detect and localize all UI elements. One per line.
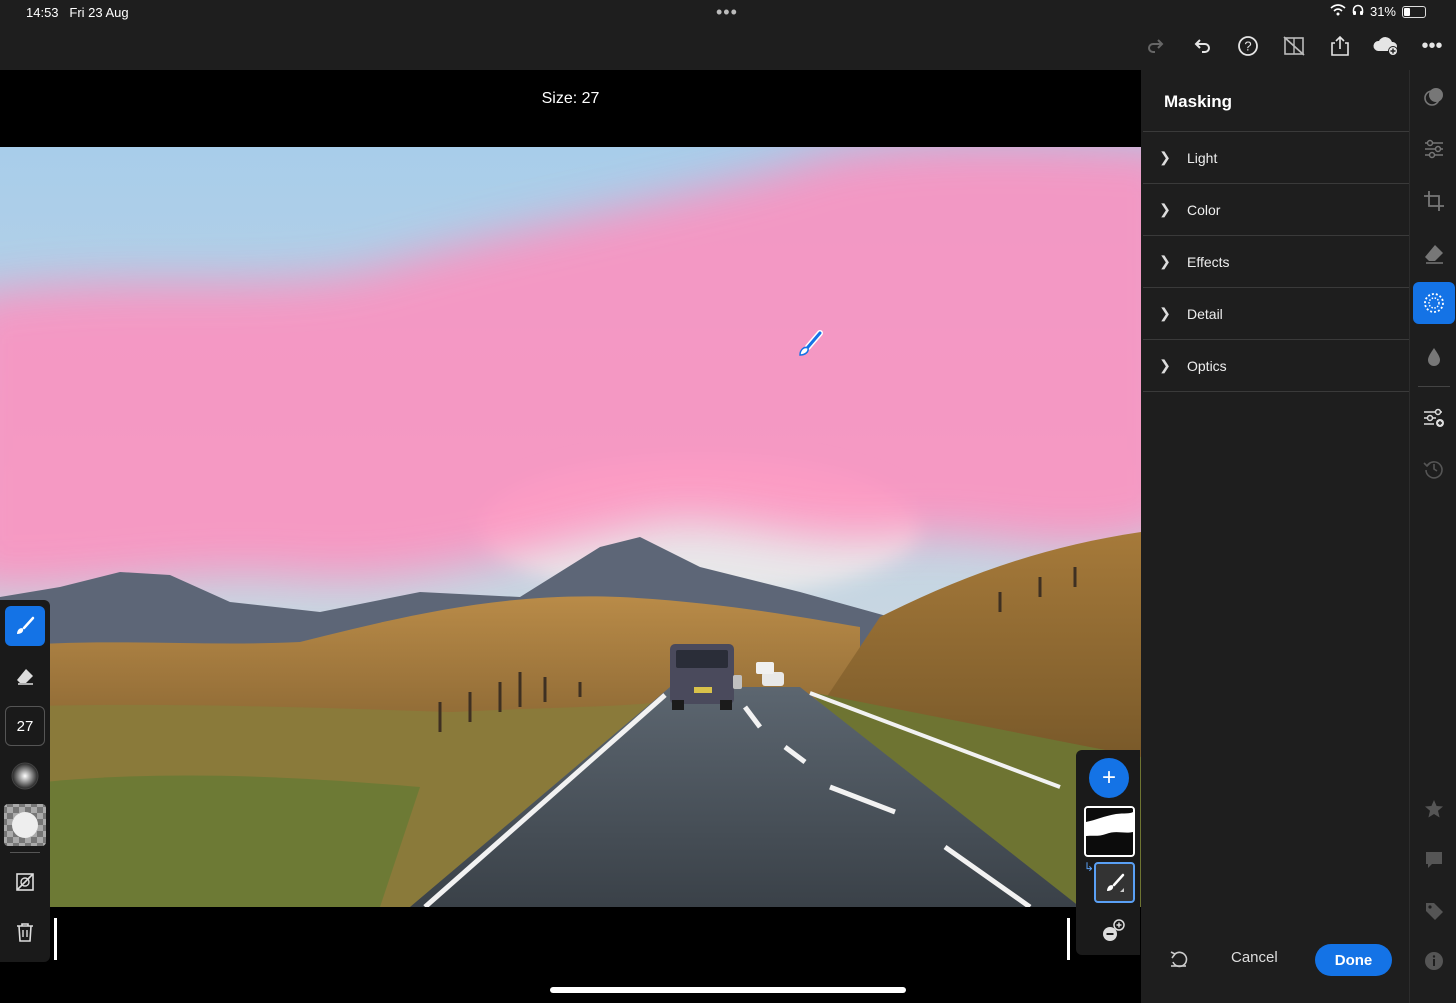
reset-icon bbox=[1170, 951, 1188, 968]
masking-icon[interactable] bbox=[1413, 282, 1455, 324]
redo-icon[interactable] bbox=[1142, 32, 1170, 60]
timeline-handle-left[interactable] bbox=[54, 918, 57, 960]
history-icon[interactable] bbox=[1417, 452, 1451, 486]
brush-flow-button[interactable] bbox=[4, 804, 46, 846]
feather-icon bbox=[11, 762, 39, 790]
presets-icon[interactable] bbox=[1417, 80, 1451, 114]
add-mask-button[interactable]: + bbox=[1089, 758, 1129, 798]
section-light[interactable]: ❯ Light bbox=[1143, 132, 1409, 184]
section-label: Detail bbox=[1187, 305, 1223, 322]
battery-icon bbox=[1402, 5, 1426, 18]
rail-divider bbox=[1418, 386, 1450, 387]
section-label: Light bbox=[1187, 149, 1218, 166]
invert-mask-button[interactable] bbox=[5, 862, 45, 902]
blur-icon[interactable] bbox=[1417, 340, 1451, 374]
adjustments-icon[interactable] bbox=[1417, 132, 1451, 166]
section-detail[interactable]: ❯ Detail bbox=[1143, 288, 1409, 340]
cloud-add-icon[interactable] bbox=[1372, 32, 1400, 60]
edit-panel-rail bbox=[1409, 70, 1456, 1003]
section-label: Effects bbox=[1187, 253, 1230, 270]
brush-size-readout: Size: 27 bbox=[541, 90, 600, 107]
date-label: Fri 23 Aug bbox=[69, 5, 129, 20]
flow-icon bbox=[12, 812, 38, 838]
clock-label: 14:53 bbox=[26, 5, 59, 20]
compare-off-icon[interactable] bbox=[1280, 32, 1308, 60]
info-icon[interactable] bbox=[1417, 944, 1451, 978]
battery-percent: 31% bbox=[1369, 4, 1396, 19]
mask-thumbnail[interactable] bbox=[1084, 806, 1135, 857]
masking-panel: Masking ❯ Light ❯ Color ❯ Effects ❯ Deta… bbox=[1141, 70, 1409, 1003]
home-indicator[interactable] bbox=[550, 987, 906, 993]
chevron-right-icon: ❯ bbox=[1159, 253, 1171, 269]
brush-cursor-icon bbox=[796, 330, 824, 363]
subtract-mask-button[interactable] bbox=[1098, 916, 1130, 948]
chevron-right-icon: ❯ bbox=[1159, 305, 1171, 321]
subtract-icon bbox=[1103, 919, 1125, 941]
section-label: Color bbox=[1187, 201, 1221, 218]
brush-size-button[interactable]: 27 bbox=[5, 706, 45, 746]
panel-footer: Cancel Done bbox=[1141, 942, 1409, 978]
versions-icon[interactable] bbox=[1417, 401, 1451, 435]
section-label: Optics bbox=[1187, 357, 1227, 374]
panel-title: Masking bbox=[1164, 92, 1233, 111]
headphones-icon bbox=[1352, 4, 1364, 19]
top-toolbar: ? ••• bbox=[1142, 32, 1446, 60]
chevron-right-icon: ❯ bbox=[1159, 149, 1171, 165]
brush-tool-rail: 27 bbox=[0, 600, 50, 962]
brush-icon bbox=[1106, 873, 1124, 892]
crop-icon[interactable] bbox=[1417, 184, 1451, 218]
brush-component-thumbnail[interactable] bbox=[1094, 862, 1135, 903]
help-icon[interactable]: ? bbox=[1234, 32, 1262, 60]
brush-icon bbox=[17, 616, 35, 634]
section-effects[interactable]: ❯ Effects bbox=[1143, 236, 1409, 288]
brush-feather-button[interactable] bbox=[5, 756, 45, 796]
trash-icon bbox=[17, 923, 33, 942]
status-indicators: 31% bbox=[1330, 4, 1426, 19]
done-button[interactable]: Done bbox=[1315, 944, 1392, 976]
section-color[interactable]: ❯ Color bbox=[1143, 184, 1409, 236]
invert-icon bbox=[16, 873, 34, 891]
brush-tool-button[interactable] bbox=[5, 606, 45, 646]
healing-icon[interactable] bbox=[1417, 236, 1451, 270]
chevron-right-icon: ❯ bbox=[1159, 201, 1171, 217]
more-icon[interactable]: ••• bbox=[1418, 32, 1446, 60]
mask-link-icon: ↳ bbox=[1084, 860, 1095, 874]
svg-text:?: ? bbox=[1244, 39, 1251, 54]
eraser-icon bbox=[17, 669, 33, 685]
share-icon[interactable] bbox=[1326, 32, 1354, 60]
comment-icon[interactable] bbox=[1417, 843, 1451, 877]
reset-button[interactable] bbox=[1169, 950, 1193, 970]
image-canvas[interactable]: Size: 27 bbox=[0, 70, 1141, 1003]
delete-mask-button[interactable] bbox=[5, 912, 45, 952]
undo-icon[interactable] bbox=[1188, 32, 1216, 60]
star-icon[interactable] bbox=[1417, 792, 1451, 826]
status-time: 14:53 Fri 23 Aug bbox=[26, 5, 129, 20]
wifi-icon bbox=[1330, 4, 1346, 19]
battery-level bbox=[1404, 7, 1411, 16]
mask-stack: + ↳ bbox=[1076, 750, 1140, 955]
photo[interactable] bbox=[0, 147, 1141, 907]
timeline-handle-right[interactable] bbox=[1067, 918, 1070, 960]
tag-icon[interactable] bbox=[1417, 894, 1451, 928]
cancel-button[interactable]: Cancel bbox=[1231, 949, 1278, 966]
landscape-photo bbox=[0, 147, 1141, 907]
top-bar: 14:53 Fri 23 Aug ••• 31% ? ••• bbox=[0, 0, 1456, 70]
eraser-tool-button[interactable] bbox=[5, 656, 45, 696]
section-optics[interactable]: ❯ Optics bbox=[1143, 340, 1409, 392]
mask-preview-icon bbox=[1086, 808, 1133, 855]
multitasking-dots[interactable]: ••• bbox=[716, 2, 738, 23]
tool-divider bbox=[10, 852, 40, 853]
chevron-right-icon: ❯ bbox=[1159, 357, 1171, 373]
